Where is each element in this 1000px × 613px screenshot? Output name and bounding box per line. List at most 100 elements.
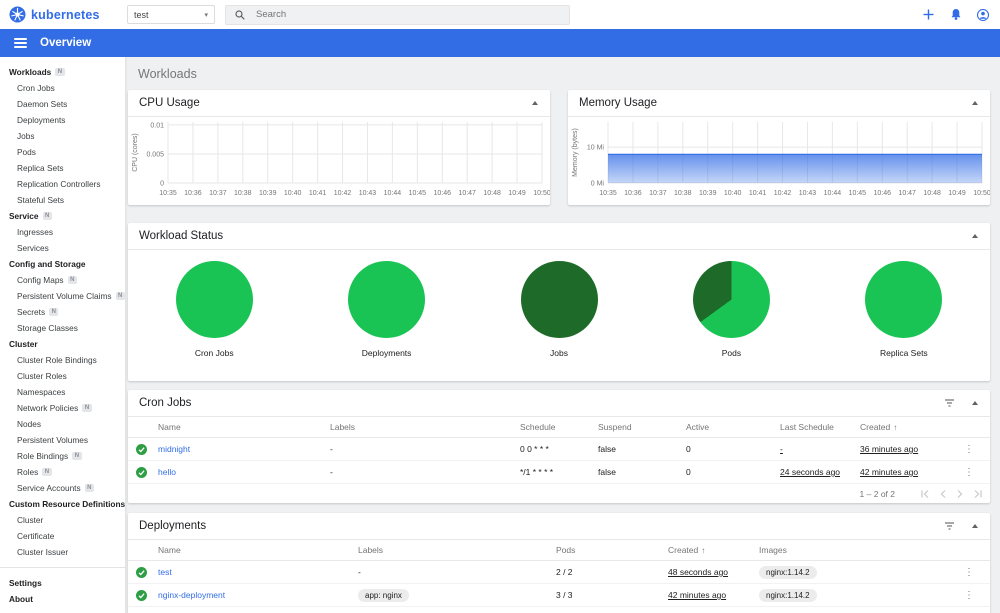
- table-row[interactable]: midnight -0 0 * * * false 0-36 minutes ago ⋮: [128, 438, 990, 461]
- menu-icon[interactable]: [14, 38, 27, 48]
- sidebar-section-cluster[interactable]: Cluster: [0, 336, 125, 352]
- sidebar-item-nodes[interactable]: Nodes: [0, 416, 125, 432]
- filter-icon[interactable]: [944, 522, 955, 530]
- sidebar-section-config-and-storage[interactable]: Config and Storage: [0, 256, 125, 272]
- svg-text:10:49: 10:49: [948, 190, 966, 197]
- sidebar-item-secrets[interactable]: Secrets N: [0, 304, 125, 320]
- sidebar-item-deployments[interactable]: Deployments: [0, 112, 125, 128]
- row-menu-icon[interactable]: ⋮: [964, 444, 982, 455]
- sidebar-section-about[interactable]: About: [0, 591, 125, 607]
- sidebar-item-daemon-sets[interactable]: Daemon Sets: [0, 96, 125, 112]
- nav-label: Services: [17, 243, 49, 253]
- namespace-select[interactable]: test ▾: [127, 5, 215, 24]
- pie-chart-pods[interactable]: [692, 261, 770, 338]
- nav-label: Cluster Roles: [17, 371, 67, 381]
- sidebar-item-network-policies[interactable]: Network Policies N: [0, 400, 125, 416]
- row-menu-icon[interactable]: ⋮: [964, 590, 982, 601]
- cell-labels: app: nginx: [358, 588, 556, 602]
- cell-name[interactable]: nginx-deployment: [158, 590, 358, 600]
- table-row[interactable]: hello - */1 * * * * false 0 24 seconds ago 42 …: [128, 461, 990, 484]
- sidebar-item-roles[interactable]: Roles N: [0, 464, 125, 480]
- column-header-labels[interactable]: Labels: [330, 422, 520, 432]
- collapse-icon[interactable]: [971, 523, 979, 529]
- cpu-card-title: CPU Usage: [139, 97, 200, 109]
- nav-label: Cluster: [9, 339, 38, 349]
- create-resource-button[interactable]: [922, 8, 935, 21]
- sidebar-item-persistent-volume-claims[interactable]: Persistent Volume Claims N: [0, 288, 125, 304]
- cell-name[interactable]: test: [158, 567, 358, 577]
- previous-page-icon[interactable]: [940, 489, 946, 498]
- pie-chart-cron-jobs[interactable]: [175, 261, 253, 338]
- svg-text:10:37: 10:37: [649, 190, 667, 197]
- sidebar-item-ingresses[interactable]: Ingresses: [0, 224, 125, 240]
- row-menu-icon[interactable]: ⋮: [964, 467, 982, 478]
- cell-name[interactable]: midnight: [158, 444, 330, 454]
- cell-suspend: false: [598, 444, 616, 454]
- sidebar-item-replica-sets[interactable]: Replica Sets: [0, 160, 125, 176]
- sidebar-item-services[interactable]: Services: [0, 240, 125, 256]
- svg-text:10:50: 10:50: [973, 190, 990, 197]
- pie-chart-jobs[interactable]: [520, 261, 598, 338]
- svg-text:10:39: 10:39: [259, 190, 277, 197]
- filter-icon[interactable]: [944, 399, 955, 407]
- column-header-created[interactable]: Created ↑: [668, 545, 759, 555]
- sidebar-item-persistent-volumes[interactable]: Persistent Volumes: [0, 432, 125, 448]
- next-page-icon[interactable]: [957, 489, 963, 498]
- column-header-pods[interactable]: Pods: [556, 545, 668, 555]
- column-header-name[interactable]: Name: [158, 422, 330, 432]
- sidebar-item-replication-controllers[interactable]: Replication Controllers: [0, 176, 125, 192]
- column-header-images[interactable]: Images: [759, 545, 959, 555]
- sidebar-section-service[interactable]: Service N: [0, 208, 125, 224]
- sidebar-item-jobs[interactable]: Jobs: [0, 128, 125, 144]
- collapse-icon[interactable]: [971, 100, 979, 106]
- column-header-name[interactable]: Name: [158, 545, 358, 555]
- account-button[interactable]: [976, 8, 989, 21]
- last-page-icon[interactable]: [974, 489, 982, 498]
- nav-label: Daemon Sets: [17, 99, 68, 109]
- sidebar-section-custom-resource-definitions[interactable]: Custom Resource Definitions: [0, 496, 125, 512]
- nav-label: Cluster Issuer: [17, 547, 69, 557]
- sidebar-item-cluster-role-bindings[interactable]: Cluster Role Bindings: [0, 352, 125, 368]
- pie-chart-deployments[interactable]: [348, 261, 426, 338]
- sidebar-item-cluster-issuer[interactable]: Cluster Issuer: [0, 544, 125, 560]
- column-header-active[interactable]: Active: [686, 422, 780, 432]
- sidebar-item-stateful-sets[interactable]: Stateful Sets: [0, 192, 125, 208]
- deployments-rows: test -2 / 2 48 seconds ago nginx:1.14.2 ⋮ ngi…: [128, 561, 990, 607]
- sidebar-item-storage-classes[interactable]: Storage Classes: [0, 320, 125, 336]
- collapse-icon[interactable]: [971, 400, 979, 406]
- workload-pie-pods: Pods: [645, 261, 817, 358]
- search-bar[interactable]: [225, 4, 570, 25]
- cell-name[interactable]: hello: [158, 467, 330, 477]
- notifications-button[interactable]: [949, 8, 962, 21]
- collapse-icon[interactable]: [971, 233, 979, 239]
- cell-suspend: false: [598, 467, 616, 477]
- sidebar-item-role-bindings[interactable]: Role Bindings N: [0, 448, 125, 464]
- pie-chart-replica-sets[interactable]: [865, 261, 943, 338]
- sidebar-item-certificate[interactable]: Certificate: [0, 528, 125, 544]
- sidebar-item-cluster[interactable]: Cluster: [0, 512, 125, 528]
- sidebar-item-pods[interactable]: Pods: [0, 144, 125, 160]
- table-row[interactable]: nginx-deployment app: nginx 3 / 3 42 minute…: [128, 584, 990, 607]
- nav-label: Roles: [17, 467, 39, 477]
- column-header-schedule[interactable]: Schedule: [520, 422, 598, 432]
- sidebar-item-config-maps[interactable]: Config Maps N: [0, 272, 125, 288]
- column-header-suspend[interactable]: Suspend: [598, 422, 686, 432]
- first-page-icon[interactable]: [921, 489, 929, 498]
- sidebar-section-settings[interactable]: Settings: [0, 575, 125, 591]
- sidebar-section-workloads[interactable]: Workloads N: [0, 64, 125, 80]
- column-header-created[interactable]: Created ↑: [860, 422, 952, 432]
- column-header-last-schedule[interactable]: Last Schedule: [780, 422, 860, 432]
- cron-jobs-title: Cron Jobs: [139, 397, 192, 409]
- kubernetes-logo[interactable]: kubernetes: [9, 6, 127, 23]
- sidebar-item-cron-jobs[interactable]: Cron Jobs: [0, 80, 125, 96]
- sidebar-item-cluster-roles[interactable]: Cluster Roles: [0, 368, 125, 384]
- sidebar-item-namespaces[interactable]: Namespaces: [0, 384, 125, 400]
- search-icon: [235, 9, 245, 20]
- collapse-icon[interactable]: [531, 100, 539, 106]
- sidebar-item-service-accounts[interactable]: Service Accounts N: [0, 480, 125, 496]
- cell-created: 42 minutes ago: [668, 590, 727, 600]
- row-menu-icon[interactable]: ⋮: [964, 567, 982, 578]
- column-header-labels[interactable]: Labels: [358, 545, 556, 555]
- search-input[interactable]: [254, 8, 560, 21]
- table-row[interactable]: test - 2 / 2 48 seconds ago nginx:1.14.2 ⋮: [128, 561, 990, 584]
